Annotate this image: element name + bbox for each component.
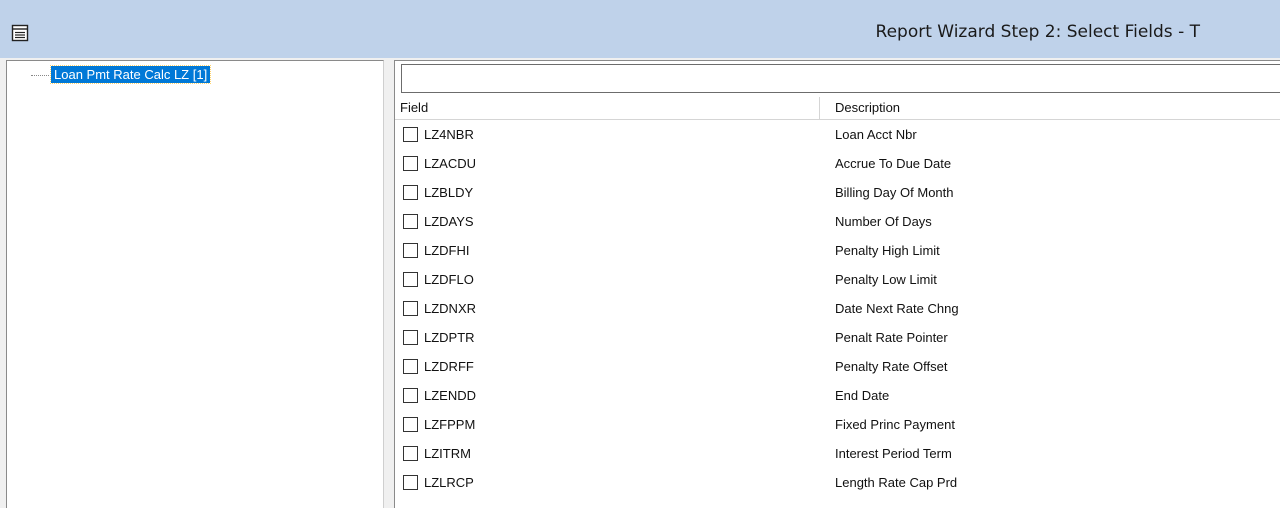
field-name: LZDFHI — [424, 243, 470, 258]
table-body: LZ4NBR Loan Acct Nbr LZACDU Accrue To Due D… — [395, 120, 1280, 497]
field-name: LZENDD — [424, 388, 477, 403]
table-row[interactable]: LZDFHI Penalty High Limit — [395, 236, 1280, 265]
field-description: Loan Acct Nbr — [835, 127, 917, 142]
table-row[interactable]: LZDRFF Penalty Rate Offset — [395, 352, 1280, 381]
field-cell: LZDFLO — [395, 272, 820, 287]
field-name: LZDFLO — [424, 272, 474, 287]
field-name: LZ4NBR — [424, 127, 474, 142]
table-row[interactable]: LZBLDY Billing Day Of Month — [395, 178, 1280, 207]
field-name: LZDNXR — [424, 301, 477, 316]
fields-panel: Field Description LZ4NBR Loan Acct Nbr LZA… — [394, 60, 1280, 508]
field-checkbox[interactable] — [403, 272, 418, 287]
field-name: LZDRFF — [424, 359, 474, 374]
table-row[interactable]: LZ4NBR Loan Acct Nbr — [395, 120, 1280, 149]
table-tree-panel[interactable]: Loan Pmt Rate Calc LZ [1] — [6, 60, 384, 508]
tree-connector — [31, 75, 51, 76]
table-row[interactable]: LZACDU Accrue To Due Date — [395, 149, 1280, 178]
field-description: End Date — [835, 388, 890, 403]
field-checkbox[interactable] — [403, 417, 418, 432]
table-row[interactable]: LZDPTR Penalt Rate Pointer — [395, 323, 1280, 352]
field-name: LZFPPM — [424, 417, 476, 432]
filter-input[interactable] — [401, 64, 1280, 93]
table-row[interactable]: LZFPPM Fixed Princ Payment — [395, 410, 1280, 439]
field-cell: LZENDD — [395, 388, 820, 403]
field-cell: LZBLDY — [395, 185, 820, 200]
field-name: LZITRM — [424, 446, 471, 461]
field-cell: LZDPTR — [395, 330, 820, 345]
field-description: Number Of Days — [835, 214, 932, 229]
field-cell: LZACDU — [395, 156, 820, 171]
field-description: Date Next Rate Chng — [835, 301, 959, 316]
field-name: LZLRCP — [424, 475, 474, 490]
field-description: Penalt Rate Pointer — [835, 330, 948, 345]
table-row[interactable]: LZDFLO Penalty Low Limit — [395, 265, 1280, 294]
column-header-description[interactable]: Description — [820, 97, 1280, 119]
field-name: LZDAYS — [424, 214, 474, 229]
field-description: Interest Period Term — [835, 446, 952, 461]
table-header: Field Description — [395, 97, 1280, 120]
field-description: Penalty Low Limit — [835, 272, 937, 287]
field-cell: LZDNXR — [395, 301, 820, 316]
field-description: Accrue To Due Date — [835, 156, 952, 171]
field-name: LZACDU — [424, 156, 477, 171]
column-header-field[interactable]: Field — [395, 97, 820, 119]
field-name: LZDPTR — [424, 330, 475, 345]
field-checkbox[interactable] — [403, 214, 418, 229]
field-checkbox[interactable] — [403, 156, 418, 171]
table-row[interactable]: LZDAYS Number Of Days — [395, 207, 1280, 236]
field-cell: LZLRCP — [395, 475, 820, 490]
title-bar: Report Wizard Step 2: Select Fields - T — [0, 0, 1280, 58]
table-row[interactable]: LZITRM Interest Period Term — [395, 439, 1280, 468]
field-description: Fixed Princ Payment — [835, 417, 955, 432]
field-checkbox[interactable] — [403, 388, 418, 403]
field-cell: LZ4NBR — [395, 127, 820, 142]
field-description: Length Rate Cap Prd — [835, 475, 958, 490]
field-cell: LZDFHI — [395, 243, 820, 258]
field-checkbox[interactable] — [403, 330, 418, 345]
field-checkbox[interactable] — [403, 359, 418, 374]
field-cell: LZFPPM — [395, 417, 820, 432]
fields-table: Field Description LZ4NBR Loan Acct Nbr LZA… — [395, 97, 1280, 497]
tree-node-loan-pmt-rate-calc[interactable]: Loan Pmt Rate Calc LZ [1] — [49, 65, 212, 84]
field-checkbox[interactable] — [403, 185, 418, 200]
document-list-icon — [10, 24, 30, 42]
table-row[interactable]: LZLRCP Length Rate Cap Prd — [395, 468, 1280, 497]
field-cell: LZDAYS — [395, 214, 820, 229]
field-cell: LZDRFF — [395, 359, 820, 374]
table-row[interactable]: LZDNXR Date Next Rate Chng — [395, 294, 1280, 323]
field-cell: LZITRM — [395, 446, 820, 461]
field-description: Penalty Rate Offset — [835, 359, 948, 374]
field-name: LZBLDY — [424, 185, 474, 200]
field-description: Billing Day Of Month — [835, 185, 954, 200]
field-description: Penalty High Limit — [835, 243, 940, 258]
field-checkbox[interactable] — [403, 301, 418, 316]
field-checkbox[interactable] — [403, 127, 418, 142]
window-title: Report Wizard Step 2: Select Fields - T — [875, 22, 1200, 42]
field-checkbox[interactable] — [403, 475, 418, 490]
table-row[interactable]: LZENDD End Date — [395, 381, 1280, 410]
field-checkbox[interactable] — [403, 243, 418, 258]
field-checkbox[interactable] — [403, 446, 418, 461]
